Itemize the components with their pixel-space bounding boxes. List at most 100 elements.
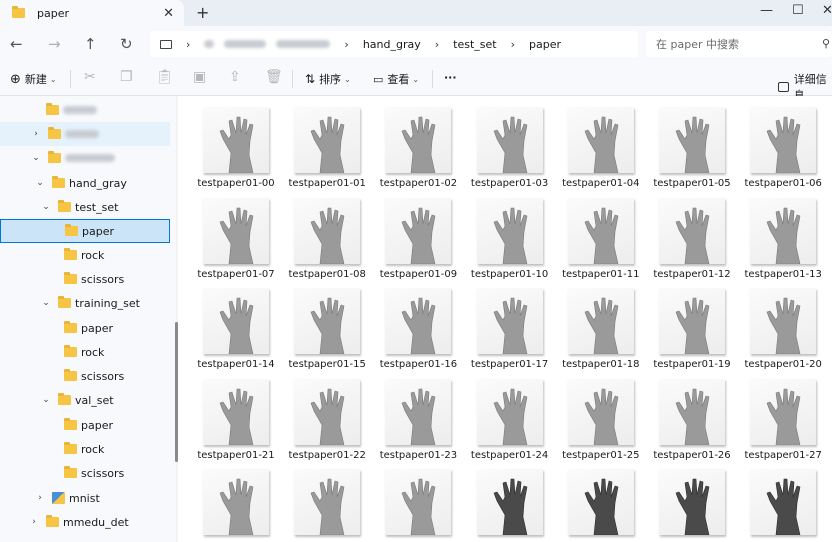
share-icon[interactable]: ⇪ (229, 69, 241, 85)
tree-item-val-paper[interactable]: paper (0, 413, 170, 437)
rename-icon[interactable]: ▣ (193, 69, 206, 85)
tree-item-mnist[interactable]: › mnist (0, 486, 170, 510)
file-item[interactable]: testpaper01-27 (741, 370, 825, 461)
tree-item-hand-gray[interactable]: ⌄ hand_gray (0, 171, 170, 195)
file-item[interactable]: testpaper01-10 (468, 189, 552, 280)
copy-icon[interactable]: ❐ (120, 69, 133, 85)
tree-item-training-paper[interactable]: paper (0, 316, 170, 340)
file-item[interactable]: testpaper01-15 (285, 279, 369, 370)
maximize-button[interactable]: ☐ (792, 3, 804, 18)
tree-item-training-rock[interactable]: rock (0, 340, 170, 364)
hand-image (584, 207, 619, 264)
breadcrumb-paper[interactable]: paper (529, 38, 561, 51)
file-item[interactable]: testpaper01-20 (741, 279, 825, 370)
file-item[interactable]: testpaper01-09 (376, 189, 460, 280)
hand-image (402, 116, 436, 173)
tree-item-test-rock[interactable]: rock (0, 243, 170, 267)
file-item[interactable] (650, 460, 734, 542)
file-item[interactable] (559, 460, 643, 542)
delete-icon[interactable]: 🗑︎ (265, 69, 283, 85)
file-item[interactable]: testpaper01-00 (194, 98, 278, 189)
file-item[interactable]: testpaper01-21 (194, 370, 278, 461)
tree-item-test-set[interactable]: ⌄ test_set (0, 195, 170, 219)
file-item[interactable]: testpaper01-14 (194, 279, 278, 370)
tree-item-test-paper[interactable]: paper (0, 219, 170, 243)
new-tab-button[interactable]: + (196, 3, 209, 22)
file-item[interactable] (285, 460, 369, 542)
cut-icon[interactable]: ✂ (84, 69, 96, 85)
close-tab-icon[interactable]: ✕ (163, 6, 174, 21)
file-item[interactable]: testpaper01-26 (650, 370, 734, 461)
file-item[interactable]: testpaper01-18 (559, 279, 643, 370)
tree-item-blurred[interactable]: › (0, 122, 170, 146)
new-label: 新建 (24, 73, 47, 86)
hand-image (675, 116, 710, 173)
file-item[interactable]: testpaper01-05 (650, 98, 734, 189)
file-item[interactable]: testpaper01-19 (650, 279, 734, 370)
file-name: testpaper01-08 (288, 268, 366, 280)
file-item[interactable]: testpaper01-24 (468, 370, 552, 461)
up-button[interactable]: ↑ (84, 35, 97, 53)
new-button[interactable]: ⊕ 新建 ⌄ (10, 71, 57, 87)
file-item[interactable]: testpaper01-06 (741, 98, 825, 189)
more-options-button[interactable]: ··· (444, 71, 457, 84)
hand-image (766, 297, 801, 354)
file-name: testpaper01-02 (379, 178, 458, 189)
file-item[interactable]: testpaper01-17 (468, 279, 552, 370)
file-item[interactable]: testpaper01-01 (285, 98, 369, 189)
file-item[interactable]: testpaper01-11 (559, 189, 643, 280)
tree-item-mmedu-det[interactable]: › mmedu_det (0, 510, 170, 534)
file-item[interactable] (741, 460, 825, 542)
divider (292, 70, 293, 88)
hand-image (584, 116, 619, 173)
breadcrumb-test-set[interactable]: test_set (453, 38, 496, 51)
tree-item-training-set[interactable]: ⌄ training_set (0, 291, 170, 315)
forward-button[interactable]: → (48, 35, 61, 53)
folder-icon (65, 224, 78, 236)
view-button[interactable]: ▭ 查看 ⌄ (373, 71, 419, 87)
file-item[interactable]: testpaper01-04 (559, 98, 643, 189)
folder-icon (12, 6, 25, 18)
folder-icon (64, 248, 77, 260)
file-item[interactable]: testpaper01-08 (285, 189, 369, 280)
file-item[interactable]: testpaper01-23 (376, 370, 460, 461)
breadcrumb-hand-gray[interactable]: hand_gray (363, 38, 421, 51)
tab-paper[interactable]: paper ✕ (0, 0, 184, 26)
file-item[interactable]: testpaper01-25 (559, 370, 643, 461)
hand-image (584, 388, 619, 445)
tree-item-val-scissors[interactable]: scissors (0, 461, 170, 485)
tree-item-val-set[interactable]: ⌄ val_set (0, 388, 170, 412)
hand-image (310, 297, 345, 354)
file-item[interactable] (194, 460, 278, 542)
file-item[interactable]: testpaper01-02 (376, 98, 460, 189)
search-input[interactable]: 在 paper 中搜索 ⚲ (646, 31, 832, 57)
sort-button[interactable]: ⇅ 排序 ⌄ (305, 71, 351, 87)
file-item[interactable]: testpaper01-16 (376, 279, 460, 370)
file-name: testpaper01-09 (379, 268, 458, 280)
image-thumbnail (659, 288, 725, 354)
tree-item-val-rock[interactable]: rock (0, 437, 170, 461)
file-name: testpaper01-14 (197, 359, 275, 370)
tree-item-blurred[interactable]: ⌄ (0, 146, 170, 170)
blurred-label (63, 106, 97, 114)
file-item[interactable]: testpaper01-12 (650, 189, 734, 280)
file-item[interactable]: testpaper01-22 (285, 370, 369, 461)
tree-item-blurred[interactable] (0, 98, 170, 122)
close-window-button[interactable]: ✕ (822, 3, 832, 18)
back-button[interactable]: ← (10, 35, 23, 53)
minimize-button[interactable]: — (760, 3, 773, 18)
paste-icon[interactable]: 📋︎ (156, 69, 174, 85)
tree-item-training-scissors[interactable]: scissors (0, 364, 170, 388)
refresh-button[interactable]: ↻ (120, 35, 133, 53)
file-item[interactable] (376, 460, 460, 542)
image-thumbnail (750, 107, 817, 173)
tree-item-test-scissors[interactable]: scissors (0, 267, 170, 291)
file-item[interactable]: testpaper01-07 (194, 189, 278, 280)
file-item[interactable]: testpaper01-03 (468, 98, 552, 189)
address-bar[interactable]: › › hand_gray › test_set › paper (150, 31, 638, 57)
hand-image (675, 388, 710, 445)
file-item[interactable] (468, 460, 552, 542)
blurred-label (65, 154, 115, 162)
file-item[interactable]: testpaper01-13 (741, 189, 825, 280)
image-thumbnail (750, 469, 817, 535)
